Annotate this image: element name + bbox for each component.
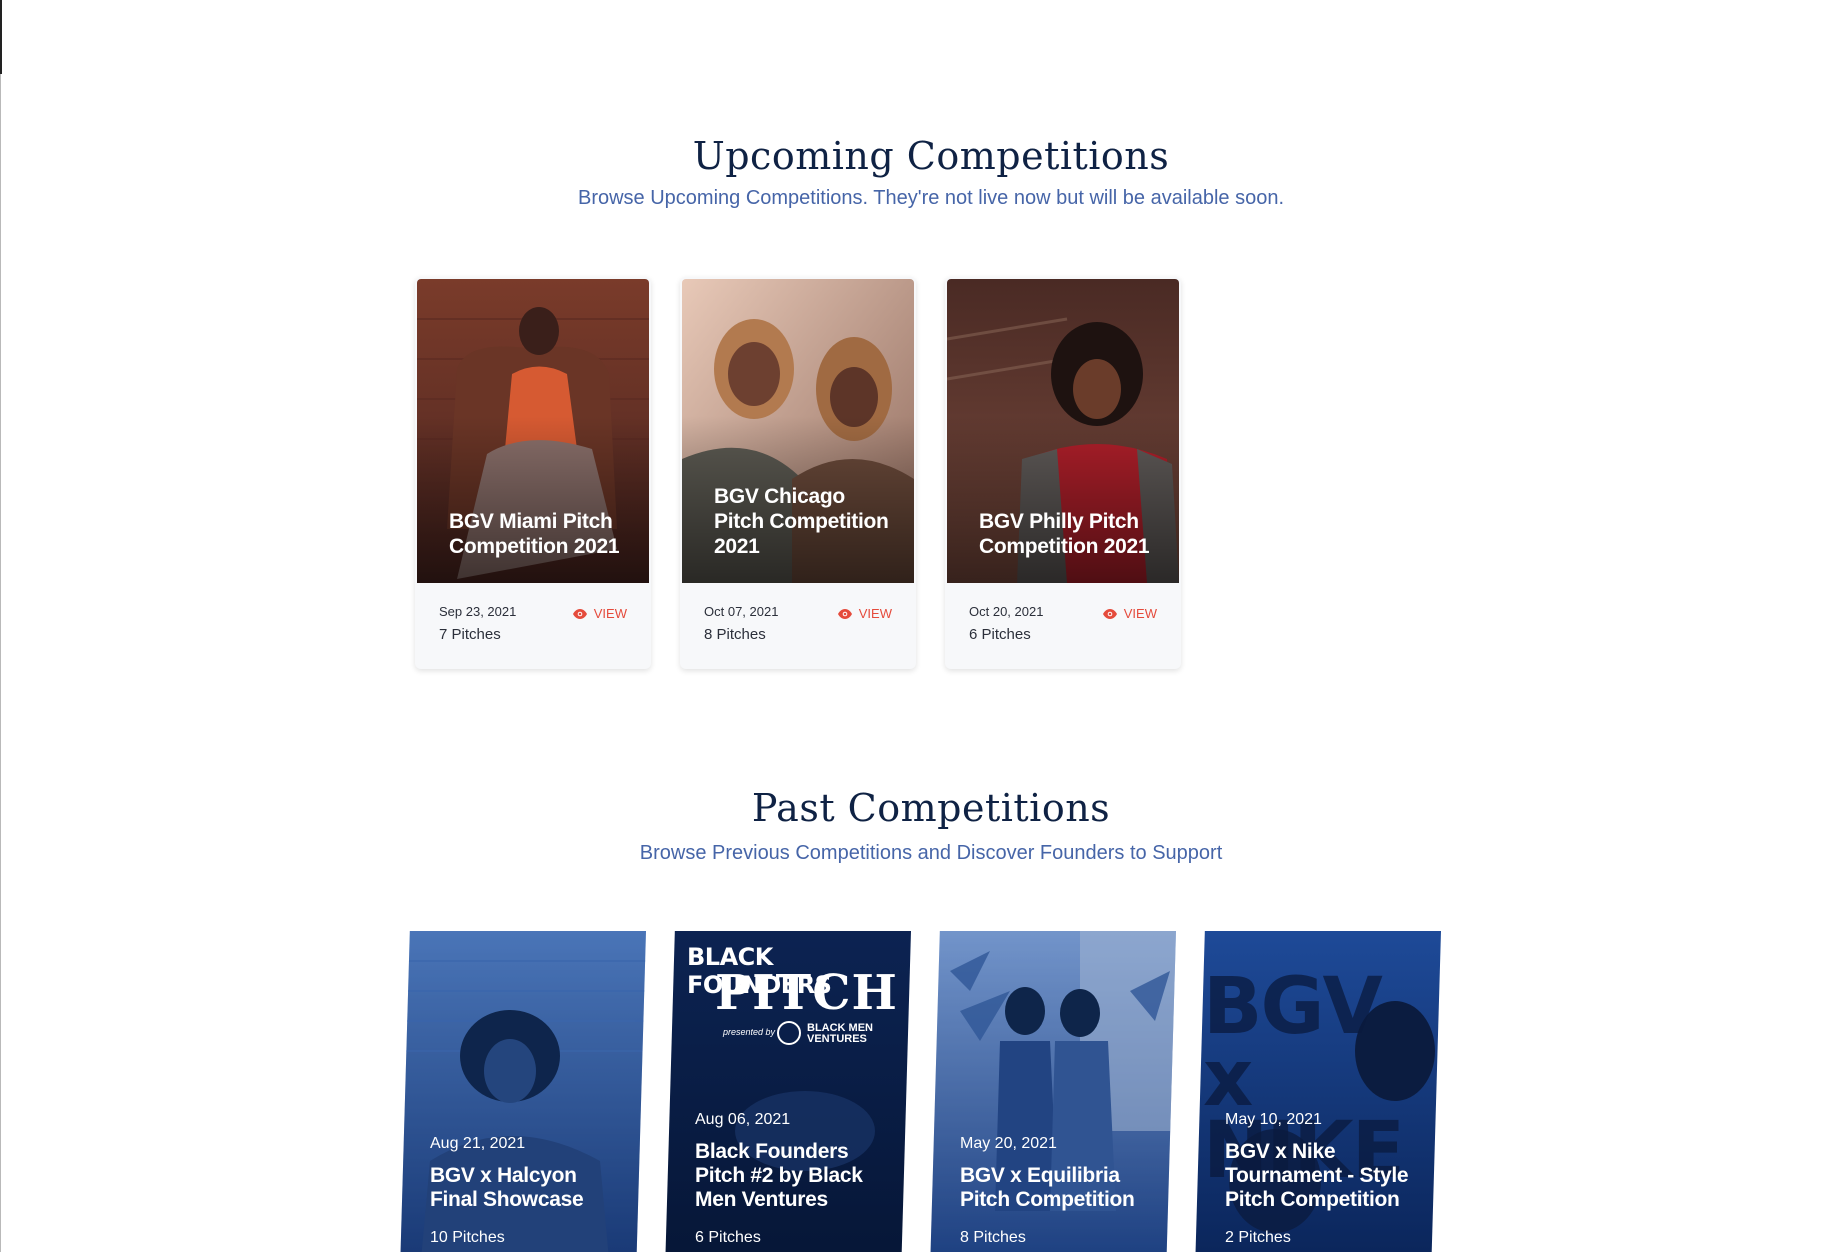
past-card-equilibria[interactable]: May 20, 2021 BGV x Equilibria Pitch Comp…	[930, 931, 1176, 1252]
view-label: VIEW	[858, 606, 892, 621]
past-card-pitches: 6 Pitches	[695, 1229, 761, 1246]
upcoming-card-title: BGV Miami Pitch Competition 2021	[449, 510, 620, 558]
poster-pitch: PITCH	[715, 965, 898, 1021]
upcoming-card-date: Oct 07, 2021	[704, 604, 779, 619]
past-card-date: Aug 21, 2021	[430, 1135, 526, 1152]
upcoming-card-title: BGV Philly Pitch Competition 2021	[979, 510, 1150, 558]
upcoming-card-miami[interactable]: BGV Miami Pitch Competition 2021 Sep 23,…	[415, 277, 651, 669]
past-card-title: BGV x Halcyon Final Showcase	[430, 1164, 584, 1211]
eye-icon	[572, 608, 587, 619]
upcoming-card-date: Oct 20, 2021	[969, 604, 1044, 619]
past-card-black-founders[interactable]: BLACK FOUNDERS PITCH presented by BLACK …	[665, 931, 911, 1252]
past-card-pitches: 8 Pitches	[960, 1229, 1026, 1246]
upcoming-card-pitches: 8 Pitches	[704, 626, 766, 643]
upcoming-card-pitches: 6 Pitches	[969, 626, 1031, 643]
past-card-date: May 10, 2021	[1225, 1111, 1322, 1128]
upcoming-card-image: BGV Chicago Pitch Competition 2021	[682, 279, 914, 583]
upcoming-card-chicago[interactable]: BGV Chicago Pitch Competition 2021 Oct 0…	[680, 277, 916, 669]
past-card-date: May 20, 2021	[960, 1135, 1057, 1152]
upcoming-card-title: BGV Chicago Pitch Competition 2021	[714, 485, 889, 558]
view-button[interactable]: VIEW	[837, 606, 892, 621]
past-section-subtitle: Browse Previous Competitions and Discove…	[639, 842, 1223, 864]
past-card-date: Aug 06, 2021	[695, 1111, 791, 1128]
past-card-pitches: 2 Pitches	[1225, 1229, 1291, 1246]
view-label: VIEW	[1123, 606, 1157, 621]
past-card-title: BGV x Nike Tournament - Style Pitch Comp…	[1225, 1140, 1409, 1211]
upcoming-card-date: Sep 23, 2021	[439, 604, 517, 619]
eye-icon	[837, 608, 852, 619]
poster-org: BLACK MEN VENTURES	[807, 1022, 873, 1045]
past-card-title: Black Founders Pitch #2 by Black Men Ven…	[695, 1140, 863, 1211]
past-section-title: Past Competitions	[751, 786, 1111, 830]
poster-logo-icon	[777, 1021, 801, 1045]
upcoming-section-subtitle: Browse Upcoming Competitions. They're no…	[577, 187, 1285, 209]
past-card-title: BGV x Equilibria Pitch Competition	[960, 1164, 1135, 1211]
view-button[interactable]: VIEW	[572, 606, 627, 621]
upcoming-card-image: BGV Philly Pitch Competition 2021	[947, 279, 1179, 583]
page-left-border-top	[0, 0, 2, 74]
upcoming-card-image: BGV Miami Pitch Competition 2021	[417, 279, 649, 583]
eye-icon	[1102, 608, 1117, 619]
poster-presented-by: presented by	[723, 1027, 776, 1037]
upcoming-section-title: Upcoming Competitions	[692, 134, 1170, 178]
view-button[interactable]: VIEW	[1102, 606, 1157, 621]
past-card-pitches: 10 Pitches	[430, 1229, 505, 1246]
past-card-nike[interactable]: BGV x NIKE May 10, 2021 BGV x Nike Tourn…	[1195, 931, 1441, 1252]
past-card-halcyon[interactable]: Aug 21, 2021 BGV x Halcyon Final Showcas…	[400, 931, 646, 1252]
upcoming-card-pitches: 7 Pitches	[439, 626, 501, 643]
view-label: VIEW	[593, 606, 627, 621]
upcoming-card-philly[interactable]: BGV Philly Pitch Competition 2021 Oct 20…	[945, 277, 1181, 669]
